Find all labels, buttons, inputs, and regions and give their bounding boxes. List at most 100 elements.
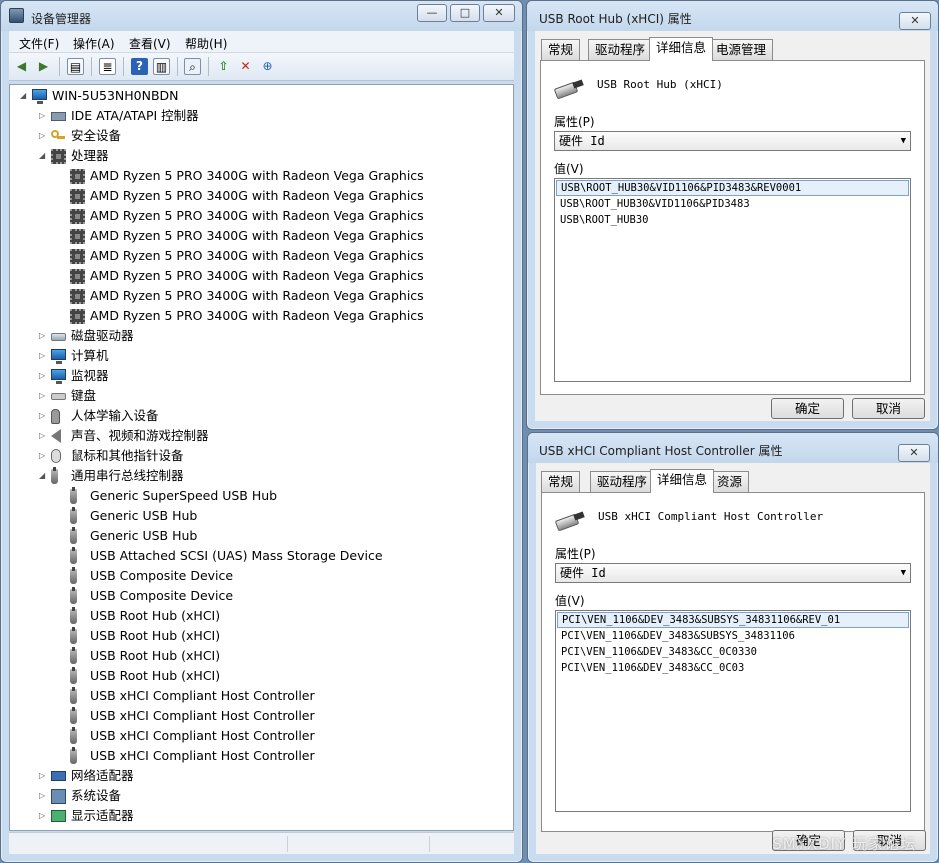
value-list[interactable]: USB\ROOT_HUB30&VID1106&PID3483&REV0001 US… (554, 178, 911, 382)
tab-resources[interactable]: 资源 (710, 471, 750, 492)
usb-icon (70, 567, 77, 584)
show-hide-tree-icon[interactable]: ▤ (67, 58, 84, 75)
menu-action[interactable]: 操作(A) (73, 35, 115, 52)
security-key-icon (51, 129, 65, 144)
tree-collapse-icon[interactable]: ◢ (39, 152, 47, 160)
minimize-button[interactable]: — (417, 4, 447, 22)
value-list-item[interactable]: PCI\VEN_1106&DEV_3483&CC_0C0330 (556, 644, 910, 660)
value-list-item[interactable]: PCI\VEN_1106&DEV_3483&SUBSYS_34831106 (556, 628, 910, 644)
tree-expand-icon[interactable]: ▷ (39, 352, 47, 360)
tree-expand-icon[interactable]: ▷ (39, 792, 47, 800)
tree-expand-icon[interactable]: ▷ (39, 332, 47, 340)
display-adapter-icon (51, 810, 66, 822)
keyboard-icon (51, 393, 66, 400)
tab-details[interactable]: 详细信息 (649, 37, 714, 61)
update-driver-icon[interactable]: ⇧ (215, 58, 232, 75)
forward-arrow-icon[interactable]: ▶ (35, 58, 52, 75)
value-list-item[interactable]: PCI\VEN_1106&DEV_3483&SUBSYS_34831106&RE… (557, 612, 909, 628)
tree-expand-icon[interactable]: ▷ (39, 392, 47, 400)
chevron-down-icon[interactable]: ▼ (901, 132, 906, 150)
tree-expand-icon[interactable]: ▷ (39, 112, 47, 120)
device-manager-titlebar[interactable]: 设备管理器 — □ ✕ (1, 1, 522, 31)
device-name: USB Root Hub (xHCI) (597, 78, 723, 91)
tree-node-label: 监视器 (71, 368, 109, 383)
tree-expand-icon[interactable]: ▷ (39, 772, 47, 780)
tab-details[interactable]: 详细信息 (650, 469, 715, 493)
tree-expand-icon[interactable]: ▷ (39, 432, 47, 440)
tab-general[interactable]: 常规 (541, 471, 581, 492)
tab-driver[interactable]: 驱动程序 (588, 39, 653, 60)
chevron-down-icon[interactable]: ▼ (901, 564, 906, 582)
device-name: USB xHCI Compliant Host Controller (598, 510, 824, 523)
menu-view[interactable]: 查看(V) (129, 35, 171, 52)
tree-node-label: USB Root Hub (xHCI) (90, 668, 221, 683)
action-pane-icon[interactable]: ▥ (153, 58, 170, 75)
dialog-titlebar[interactable]: USB xHCI Compliant Host Controller 属性 ✕ (528, 433, 938, 463)
value-list-item[interactable]: USB\ROOT_HUB30&VID1106&PID3483&REV0001 (556, 180, 909, 196)
tab-general[interactable]: 常规 (541, 39, 581, 60)
tree-expand-icon[interactable]: ▷ (39, 132, 47, 140)
ok-button[interactable]: 确定 (771, 398, 844, 419)
dialog-close-button[interactable]: ✕ (899, 12, 931, 30)
value-list-item[interactable]: USB\ROOT_HUB30&VID1106&PID3483 (555, 196, 910, 212)
processor-icon (70, 309, 85, 324)
tree-node-label: USB Composite Device (90, 588, 234, 603)
usb-icon (70, 747, 77, 764)
tab-power-management[interactable]: 电源管理 (709, 39, 774, 60)
dialog-title: USB xHCI Compliant Host Controller 属性 (539, 444, 783, 458)
dialog-close-button[interactable]: ✕ (898, 444, 930, 462)
system-device-icon (51, 789, 66, 804)
tree-node-label: WIN-5U53NH0NBDN (52, 88, 179, 103)
usb-icon (70, 707, 77, 724)
dialog-body: 常规 驱动程序 详细信息 电源管理 USB Root Hub (xHCI) 属性… (535, 31, 930, 421)
property-select[interactable]: 硬件 Id ▼ (554, 131, 911, 151)
uninstall-icon[interactable]: ✕ (237, 58, 254, 75)
tree-node-label: USB xHCI Compliant Host Controller (90, 708, 315, 723)
value-list-item[interactable]: USB\ROOT_HUB30 (555, 212, 910, 228)
value-list-item[interactable]: PCI\VEN_1106&DEV_3483&CC_0C03 (556, 660, 910, 676)
tree-node-label: AMD Ryzen 5 PRO 3400G with Radeon Vega G… (90, 288, 424, 303)
processor-icon (70, 289, 85, 304)
usb-device-icon (556, 511, 586, 529)
usb-icon (70, 667, 77, 684)
close-button[interactable]: ✕ (483, 4, 515, 22)
device-tree[interactable]: ◢ WIN-5U53NH0NBDN ▷ IDE ATA/ATAPI 控制器 ▷ 安全设备 ◢… (9, 84, 514, 831)
tree-node-label: Generic USB Hub (90, 528, 198, 543)
tree-expand-icon[interactable]: ▷ (39, 452, 47, 460)
enable-device-icon[interactable]: ⊕ (259, 58, 276, 75)
properties-icon[interactable]: ≣ (99, 58, 116, 75)
scan-hardware-icon[interactable]: ⌕ (184, 58, 201, 75)
tree-node-label: 处理器 (71, 148, 109, 163)
tree-node-label: Generic SuperSpeed USB Hub (90, 488, 278, 503)
usb-icon (70, 487, 77, 504)
tree-collapse-icon[interactable]: ◢ (39, 472, 47, 480)
menu-help[interactable]: 帮助(H) (185, 35, 227, 52)
tree-node-label: AMD Ryzen 5 PRO 3400G with Radeon Vega G… (90, 308, 424, 323)
tree-node-label: USB xHCI Compliant Host Controller (90, 748, 315, 763)
usb-icon (51, 467, 58, 484)
tree-node-label: USB xHCI Compliant Host Controller (90, 688, 315, 703)
tree-node-label: 人体学输入设备 (71, 408, 159, 423)
cancel-button[interactable]: 取消 (852, 398, 925, 419)
details-panel: USB xHCI Compliant Host Controller 属性(P)… (541, 492, 925, 832)
tab-driver[interactable]: 驱动程序 (590, 471, 655, 492)
tree-expand-icon[interactable]: ▷ (39, 812, 47, 820)
property-select[interactable]: 硬件 Id ▼ (555, 563, 911, 583)
processor-icon (70, 189, 85, 204)
usb-icon (70, 687, 77, 704)
tree-node-label: AMD Ryzen 5 PRO 3400G with Radeon Vega G… (90, 208, 424, 223)
tree-expand-icon[interactable]: ▷ (39, 372, 47, 380)
help-icon[interactable]: ? (131, 58, 148, 75)
tree-node-label: Generic USB Hub (90, 508, 198, 523)
dialog-titlebar[interactable]: USB Root Hub (xHCI) 属性 ✕ (527, 1, 938, 31)
maximize-button[interactable]: □ (450, 4, 480, 22)
dialog-body: 常规 驱动程序 详细信息 资源 USB xHCI Compliant Host … (536, 463, 930, 854)
tree-collapse-icon[interactable]: ◢ (20, 92, 28, 100)
menu-file[interactable]: 文件(F) (19, 35, 59, 52)
tree-node-label: USB Root Hub (xHCI) (90, 628, 221, 643)
processor-icon (70, 229, 85, 244)
value-list[interactable]: PCI\VEN_1106&DEV_3483&SUBSYS_34831106&RE… (555, 610, 911, 812)
tree-expand-icon[interactable]: ▷ (39, 412, 47, 420)
tree-node-label: 系统设备 (71, 788, 122, 803)
back-arrow-icon[interactable]: ◀ (13, 58, 30, 75)
